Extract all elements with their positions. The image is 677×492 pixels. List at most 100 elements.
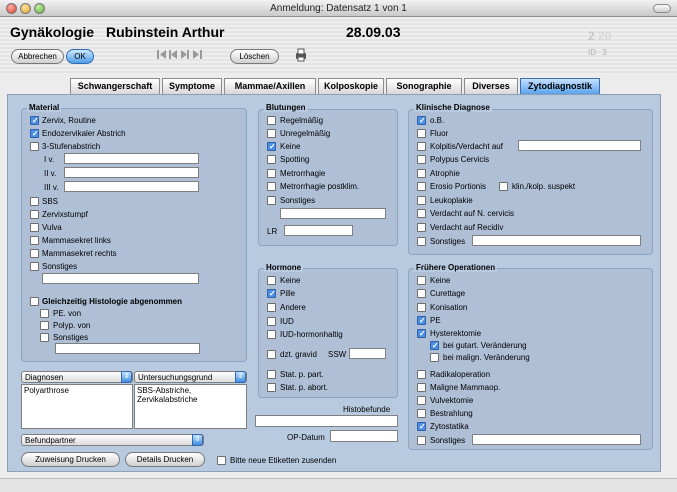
checkbox-zytostatika[interactable] [417, 422, 426, 431]
checkbox-blutungen-sonstiges[interactable] [267, 196, 276, 205]
checkbox-klin-kolp-suspekt[interactable] [499, 182, 508, 191]
toolbar-toggle-button[interactable] [653, 4, 671, 13]
checkbox-atrophie[interactable] [417, 169, 426, 178]
checkbox-bei-gutart[interactable] [430, 341, 439, 350]
lr-field[interactable] [284, 225, 353, 236]
checkbox-konisation[interactable] [417, 303, 426, 312]
tab-kolposkopie[interactable]: Kolposkopie [318, 78, 384, 94]
histobefunde-field[interactable] [255, 415, 398, 427]
checkbox-regelmaessig[interactable] [267, 116, 276, 125]
checkbox-dzt-gravid[interactable] [267, 350, 276, 359]
stufe-2-field[interactable] [64, 167, 199, 178]
tab-symptome[interactable]: Symptome [162, 78, 222, 94]
material-title: Material [27, 103, 62, 112]
checkbox-op-keine[interactable] [417, 276, 426, 285]
checkbox-erosio-portionis[interactable] [417, 182, 426, 191]
stufe-1-field[interactable] [64, 153, 199, 164]
label-curettage: Curettage [430, 289, 466, 298]
checkbox-unregelmaessig[interactable] [267, 129, 276, 138]
checkbox-blutungen-keine[interactable] [267, 142, 276, 151]
label-3-stufenabstrich: 3-Stufenabstrich [42, 142, 101, 151]
checkbox-vulvektomie[interactable] [417, 396, 426, 405]
details-drucken-button[interactable]: Details Drucken [125, 452, 205, 467]
op-sonstiges-field[interactable] [472, 434, 641, 445]
window-close-button[interactable] [6, 3, 17, 14]
checkbox-sbs[interactable] [30, 197, 39, 206]
checkbox-mammasekret-rechts[interactable] [30, 249, 39, 258]
checkbox-hysterektomie[interactable] [417, 329, 426, 338]
checkbox-stat-p-part[interactable] [267, 370, 276, 379]
checkbox-spotting[interactable] [267, 155, 276, 164]
checkbox-stat-p-abort[interactable] [267, 383, 276, 392]
tab-schwangerschaft[interactable]: Schwangerschaft [70, 78, 160, 94]
checkbox-andere[interactable] [267, 303, 276, 312]
checkbox-op-sonstiges[interactable] [417, 436, 426, 445]
label-spotting: Spotting [280, 155, 310, 164]
checkbox-verdacht-n-cervicis[interactable] [417, 209, 426, 218]
histo-sonstiges-field[interactable] [55, 343, 200, 354]
op-datum-field[interactable] [330, 430, 398, 442]
checkbox-histologie-abgenommen[interactable] [30, 297, 39, 306]
checkbox-metrorrhagie-postklim[interactable] [267, 182, 276, 191]
untersuchungsgrund-popup[interactable]: Untersuchungsgrund ⇕ [134, 371, 247, 383]
checkbox-3-stufenabstrich[interactable] [30, 142, 39, 151]
checkbox-ob[interactable] [417, 116, 426, 125]
zuweisung-drucken-button[interactable]: Zuweisung Drucken [21, 452, 120, 467]
diagnosen-popup[interactable]: Diagnosen ⇕ [21, 371, 133, 383]
label-ssw: SSW [328, 350, 347, 359]
delete-button[interactable]: Löschen [230, 49, 279, 64]
label-ob: o.B. [430, 116, 445, 125]
untersuchungsgrund-textarea[interactable]: SBS-Abstriche, Zervikalabstriche [134, 384, 247, 429]
label-polyp-von: Polyp. von [53, 321, 91, 330]
checkbox-bestrahlung[interactable] [417, 409, 426, 418]
print-icon[interactable] [294, 48, 308, 62]
diagnosen-textarea[interactable]: Polyarthrose [21, 384, 133, 429]
checkbox-maligne-mammaop[interactable] [417, 383, 426, 392]
checkbox-polypus-cervicis[interactable] [417, 155, 426, 164]
label-fluor: Fluor [430, 129, 449, 138]
checkbox-leukoplakie[interactable] [417, 196, 426, 205]
checkbox-radikaloperation[interactable] [417, 370, 426, 379]
checkbox-kolpitis[interactable] [417, 142, 426, 151]
checkbox-material-sonstiges[interactable] [30, 262, 39, 271]
checkbox-iud[interactable] [267, 317, 276, 326]
checkbox-pe[interactable] [417, 316, 426, 325]
ok-button[interactable]: OK [66, 49, 94, 64]
befundpartner-popup[interactable]: Befundpartner ⇕ [21, 434, 204, 446]
tab-mammae-axillen[interactable]: Mammae/Axillen [224, 78, 316, 94]
checkbox-polyp-von[interactable] [40, 321, 49, 330]
checkbox-klinische-sonstiges[interactable] [417, 237, 426, 246]
checkbox-zervixstumpf[interactable] [30, 210, 39, 219]
label-material-sonstiges: Sonstiges [42, 262, 78, 271]
material-sonstiges-field[interactable] [42, 273, 199, 284]
checkbox-fluor[interactable] [417, 129, 426, 138]
window-titlebar: Anmeldung: Datensatz 1 von 1 [0, 0, 677, 17]
label-klinische-sonstiges: Sonstiges [430, 237, 466, 246]
checkbox-pille[interactable] [267, 289, 276, 298]
ssw-field[interactable] [349, 348, 386, 359]
first-record-icon [157, 50, 166, 59]
checkbox-endozervikaler-abstrich[interactable] [30, 129, 39, 138]
checkbox-metrorrhagie[interactable] [267, 169, 276, 178]
tab-sonographie[interactable]: Sonographie [386, 78, 462, 94]
cancel-button[interactable]: Abbrechen [11, 49, 64, 64]
checkbox-bei-malign[interactable] [430, 353, 439, 362]
checkbox-neue-etiketten[interactable] [217, 456, 226, 465]
tab-diverses[interactable]: Diverses [464, 78, 518, 94]
klinische-sonstiges-field[interactable] [472, 235, 641, 246]
window-zoom-button[interactable] [34, 3, 45, 14]
checkbox-verdacht-recidiv[interactable] [417, 223, 426, 232]
checkbox-zervix-routine[interactable] [30, 116, 39, 125]
checkbox-hormone-keine[interactable] [267, 276, 276, 285]
checkbox-iud-hormonhaltig[interactable] [267, 330, 276, 339]
tab-zytodiagnostik[interactable]: Zytodiagnostik [520, 78, 600, 94]
checkbox-curettage[interactable] [417, 289, 426, 298]
checkbox-mammasekret-links[interactable] [30, 236, 39, 245]
stufe-3-field[interactable] [64, 181, 199, 192]
checkbox-histo-sonstiges[interactable] [40, 333, 49, 342]
kolpitis-field[interactable] [518, 140, 641, 151]
checkbox-vulva[interactable] [30, 223, 39, 232]
window-minimize-button[interactable] [20, 3, 31, 14]
checkbox-pe-von[interactable] [40, 309, 49, 318]
blutungen-sonstiges-field[interactable] [280, 208, 386, 219]
